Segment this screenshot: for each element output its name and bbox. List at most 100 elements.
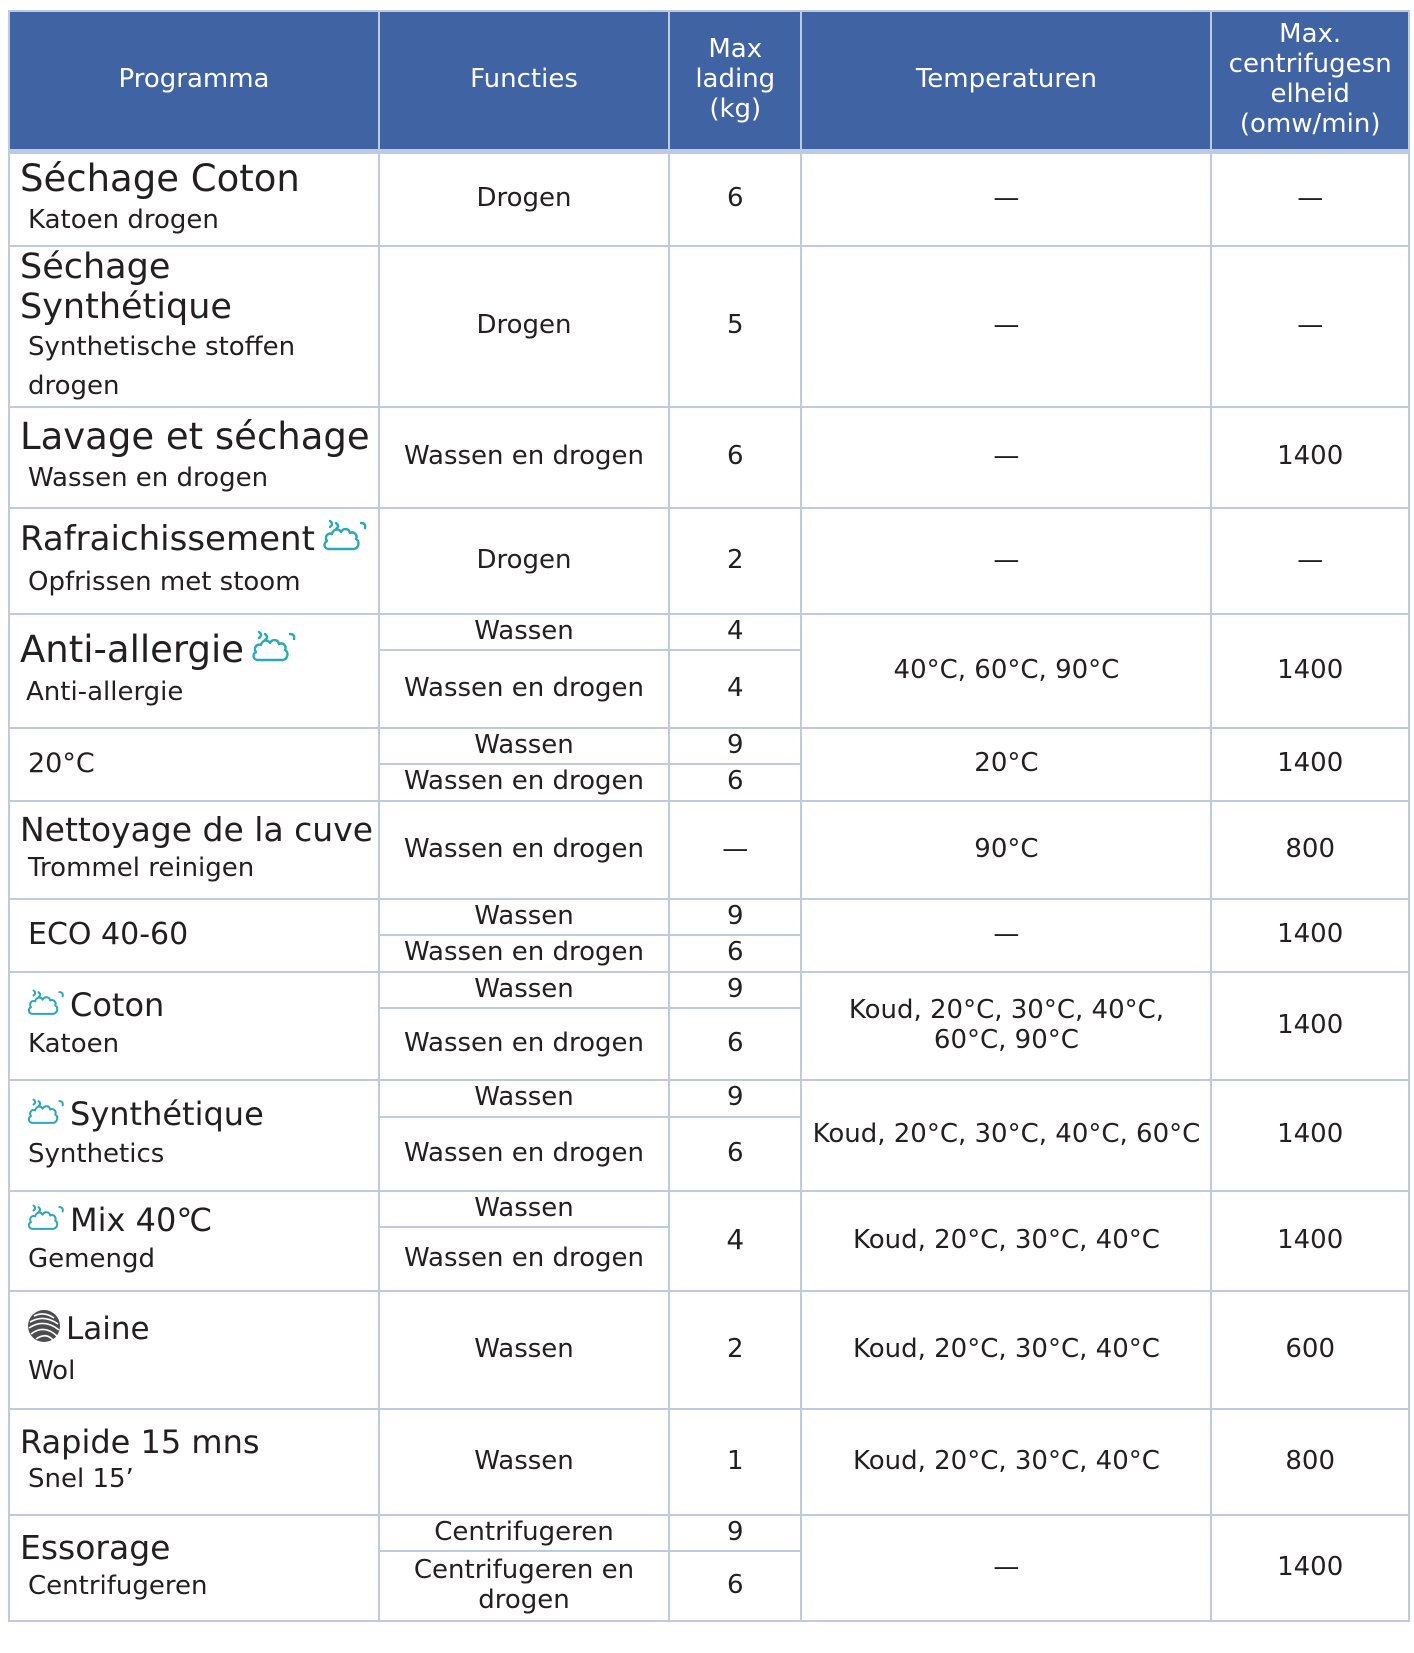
program-name: Coton [70, 985, 165, 1024]
load-cell: 9 [668, 1513, 803, 1552]
temperature-cell: 40°C, 60°C, 90°C [800, 612, 1213, 729]
program-subtitle: Synthetische stoffen drogen [28, 331, 296, 401]
load-cell: 9 [668, 897, 803, 936]
program-name: Nettoyage de la cuve [20, 810, 374, 850]
program-cell: Laine Wol [8, 1289, 380, 1410]
function-cell: Drogen [377, 148, 671, 247]
load-cell: 1 [668, 1407, 803, 1516]
function-cell: Drogen [377, 506, 671, 615]
temperature-cell: — [800, 1513, 1213, 1622]
program-subtitle: Anti-allergie [26, 677, 184, 708]
program-cell: ECO 40-60 [8, 897, 380, 973]
temperature-cell: 20°C [800, 726, 1213, 802]
program-subtitle: Centrifugeren [28, 1570, 208, 1601]
spin-cell: — [1210, 245, 1410, 408]
program-name: Lavage et séchage [20, 415, 370, 459]
header-program: Programma [8, 10, 380, 152]
table-row: Rapide 15 mns Snel 15’ Wassen 1 Koud, 20… [8, 1407, 1410, 1516]
table-row: ECO 40-60 Wassen 9 — 1400 [8, 897, 1410, 973]
temperature-cell: 90°C [800, 799, 1213, 900]
spin-cell: 1400 [1210, 612, 1410, 729]
header-row: Programma Functies Max lading (kg) Tempe… [8, 10, 1410, 152]
program-cell: Séchage Coton Katoen drogen [8, 148, 380, 247]
table-row: Anti-allergie Anti-allergie Wassen 4 40°… [8, 612, 1410, 729]
table-row: Mix 40℃ Gemengd Wassen 4 Koud, 20°C, 30°… [8, 1189, 1410, 1292]
function-cell: Wassen [377, 612, 671, 651]
function-cell: Wassen [377, 1289, 671, 1410]
table-row: Séchage Synthétique Synthetische stoffen… [8, 245, 1410, 408]
table-row: Essorage Centrifugeren Centrifugeren 9 —… [8, 1513, 1410, 1622]
function-cell: Wassen en drogen [377, 1225, 671, 1292]
header-functions: Functies [377, 10, 671, 152]
program-cell: Mix 40℃ Gemengd [8, 1189, 380, 1292]
program-name-line: Rafraichissement [20, 519, 378, 562]
function-cell: Wassen [377, 726, 671, 765]
temperature-cell: Koud, 20°C, 30°C, 40°C [800, 1189, 1213, 1292]
function-cell: Wassen en drogen [377, 1115, 671, 1192]
spin-cell: 1400 [1210, 1189, 1410, 1292]
function-cell: Wassen en drogen [377, 1006, 671, 1081]
steam-icon [26, 988, 66, 1026]
load-cell: 9 [668, 1078, 803, 1118]
program-subtitle: Synthetics [28, 1138, 165, 1169]
program-name-line: Anti-allergie [20, 628, 378, 674]
program-name-line: Synthétique [20, 1096, 378, 1135]
program-name: Rapide 15 mns [20, 1422, 260, 1461]
function-cell: Wassen [377, 1078, 671, 1118]
function-cell: Drogen [377, 245, 671, 408]
program-name: 20°C [28, 748, 95, 780]
program-subtitle: Wol [28, 1356, 76, 1387]
program-name-line: Coton [20, 985, 378, 1026]
program-cell: Séchage Synthétique Synthetische stoffen… [8, 245, 380, 408]
temperature-cell: Koud, 20°C, 30°C, 40°C [800, 1289, 1213, 1410]
function-cell: Wassen en drogen [377, 762, 671, 802]
program-name: ECO 40-60 [28, 916, 189, 952]
load-cell: — [668, 799, 803, 900]
program-cell: Rapide 15 mns Snel 15’ [8, 1407, 380, 1516]
steam-icon [321, 519, 369, 562]
steam-icon [250, 630, 298, 674]
header-temperatures: Temperaturen [800, 10, 1213, 152]
program-name: Séchage Synthétique [20, 247, 232, 328]
function-cell: Wassen en drogen [377, 405, 671, 509]
load-cell: 6 [668, 148, 803, 247]
program-name-line: Mix 40℃ [20, 1200, 378, 1241]
function-cell: Wassen en drogen [377, 648, 671, 729]
program-name: Rafraichissement [20, 519, 315, 560]
program-name: Séchage Coton [20, 157, 300, 201]
program-cell: Anti-allergie Anti-allergie [8, 612, 380, 729]
function-cell: Wassen [377, 1189, 671, 1228]
load-cell: 6 [668, 405, 803, 509]
program-name: Essorage [20, 1528, 171, 1568]
load-cell: 6 [668, 1006, 803, 1081]
program-cell: Synthétique Synthetics [8, 1078, 380, 1192]
program-subtitle: Snel 15’ [28, 1464, 134, 1495]
program-table: Programma Functies Max lading (kg) Tempe… [8, 10, 1410, 1622]
load-cell: 6 [668, 762, 803, 802]
spin-cell: 1400 [1210, 726, 1410, 802]
temperature-cell: — [800, 897, 1213, 973]
spin-cell: 800 [1210, 1407, 1410, 1516]
header-max-spin: Max. centrifugesn elheid (omw/min) [1210, 10, 1410, 152]
table-row: Lavage et séchage Wassen en drogen Wasse… [8, 405, 1410, 509]
table-row: Rafraichissement Opfrissen met stoom Dro… [8, 506, 1410, 615]
spin-cell: 600 [1210, 1289, 1410, 1410]
load-cell: 4 [668, 648, 803, 729]
spin-cell: 1400 [1210, 1078, 1410, 1192]
program-name-line: Laine [20, 1308, 378, 1353]
program-subtitle: Trommel reinigen [28, 852, 255, 883]
temperature-cell: Koud, 20°C, 30°C, 40°C [800, 1407, 1213, 1516]
load-cell: 6 [668, 933, 803, 973]
spin-cell: 800 [1210, 799, 1410, 900]
table-row: Laine Wol Wassen 2 Koud, 20°C, 30°C, 40°… [8, 1289, 1410, 1410]
header-max-load: Max lading (kg) [668, 10, 803, 152]
function-cell: Wassen [377, 897, 671, 936]
table-row: Synthétique Synthetics Wassen 9 Koud, 20… [8, 1078, 1410, 1192]
function-cell: Centrifugeren [377, 1513, 671, 1552]
function-cell: Wassen [377, 970, 671, 1009]
program-subtitle: Gemengd [28, 1244, 155, 1275]
load-cell: 4 [668, 1189, 803, 1292]
program-cell: Lavage et séchage Wassen en drogen [8, 405, 380, 509]
program-name: Mix 40℃ [70, 1200, 213, 1239]
load-cell: 4 [668, 612, 803, 651]
